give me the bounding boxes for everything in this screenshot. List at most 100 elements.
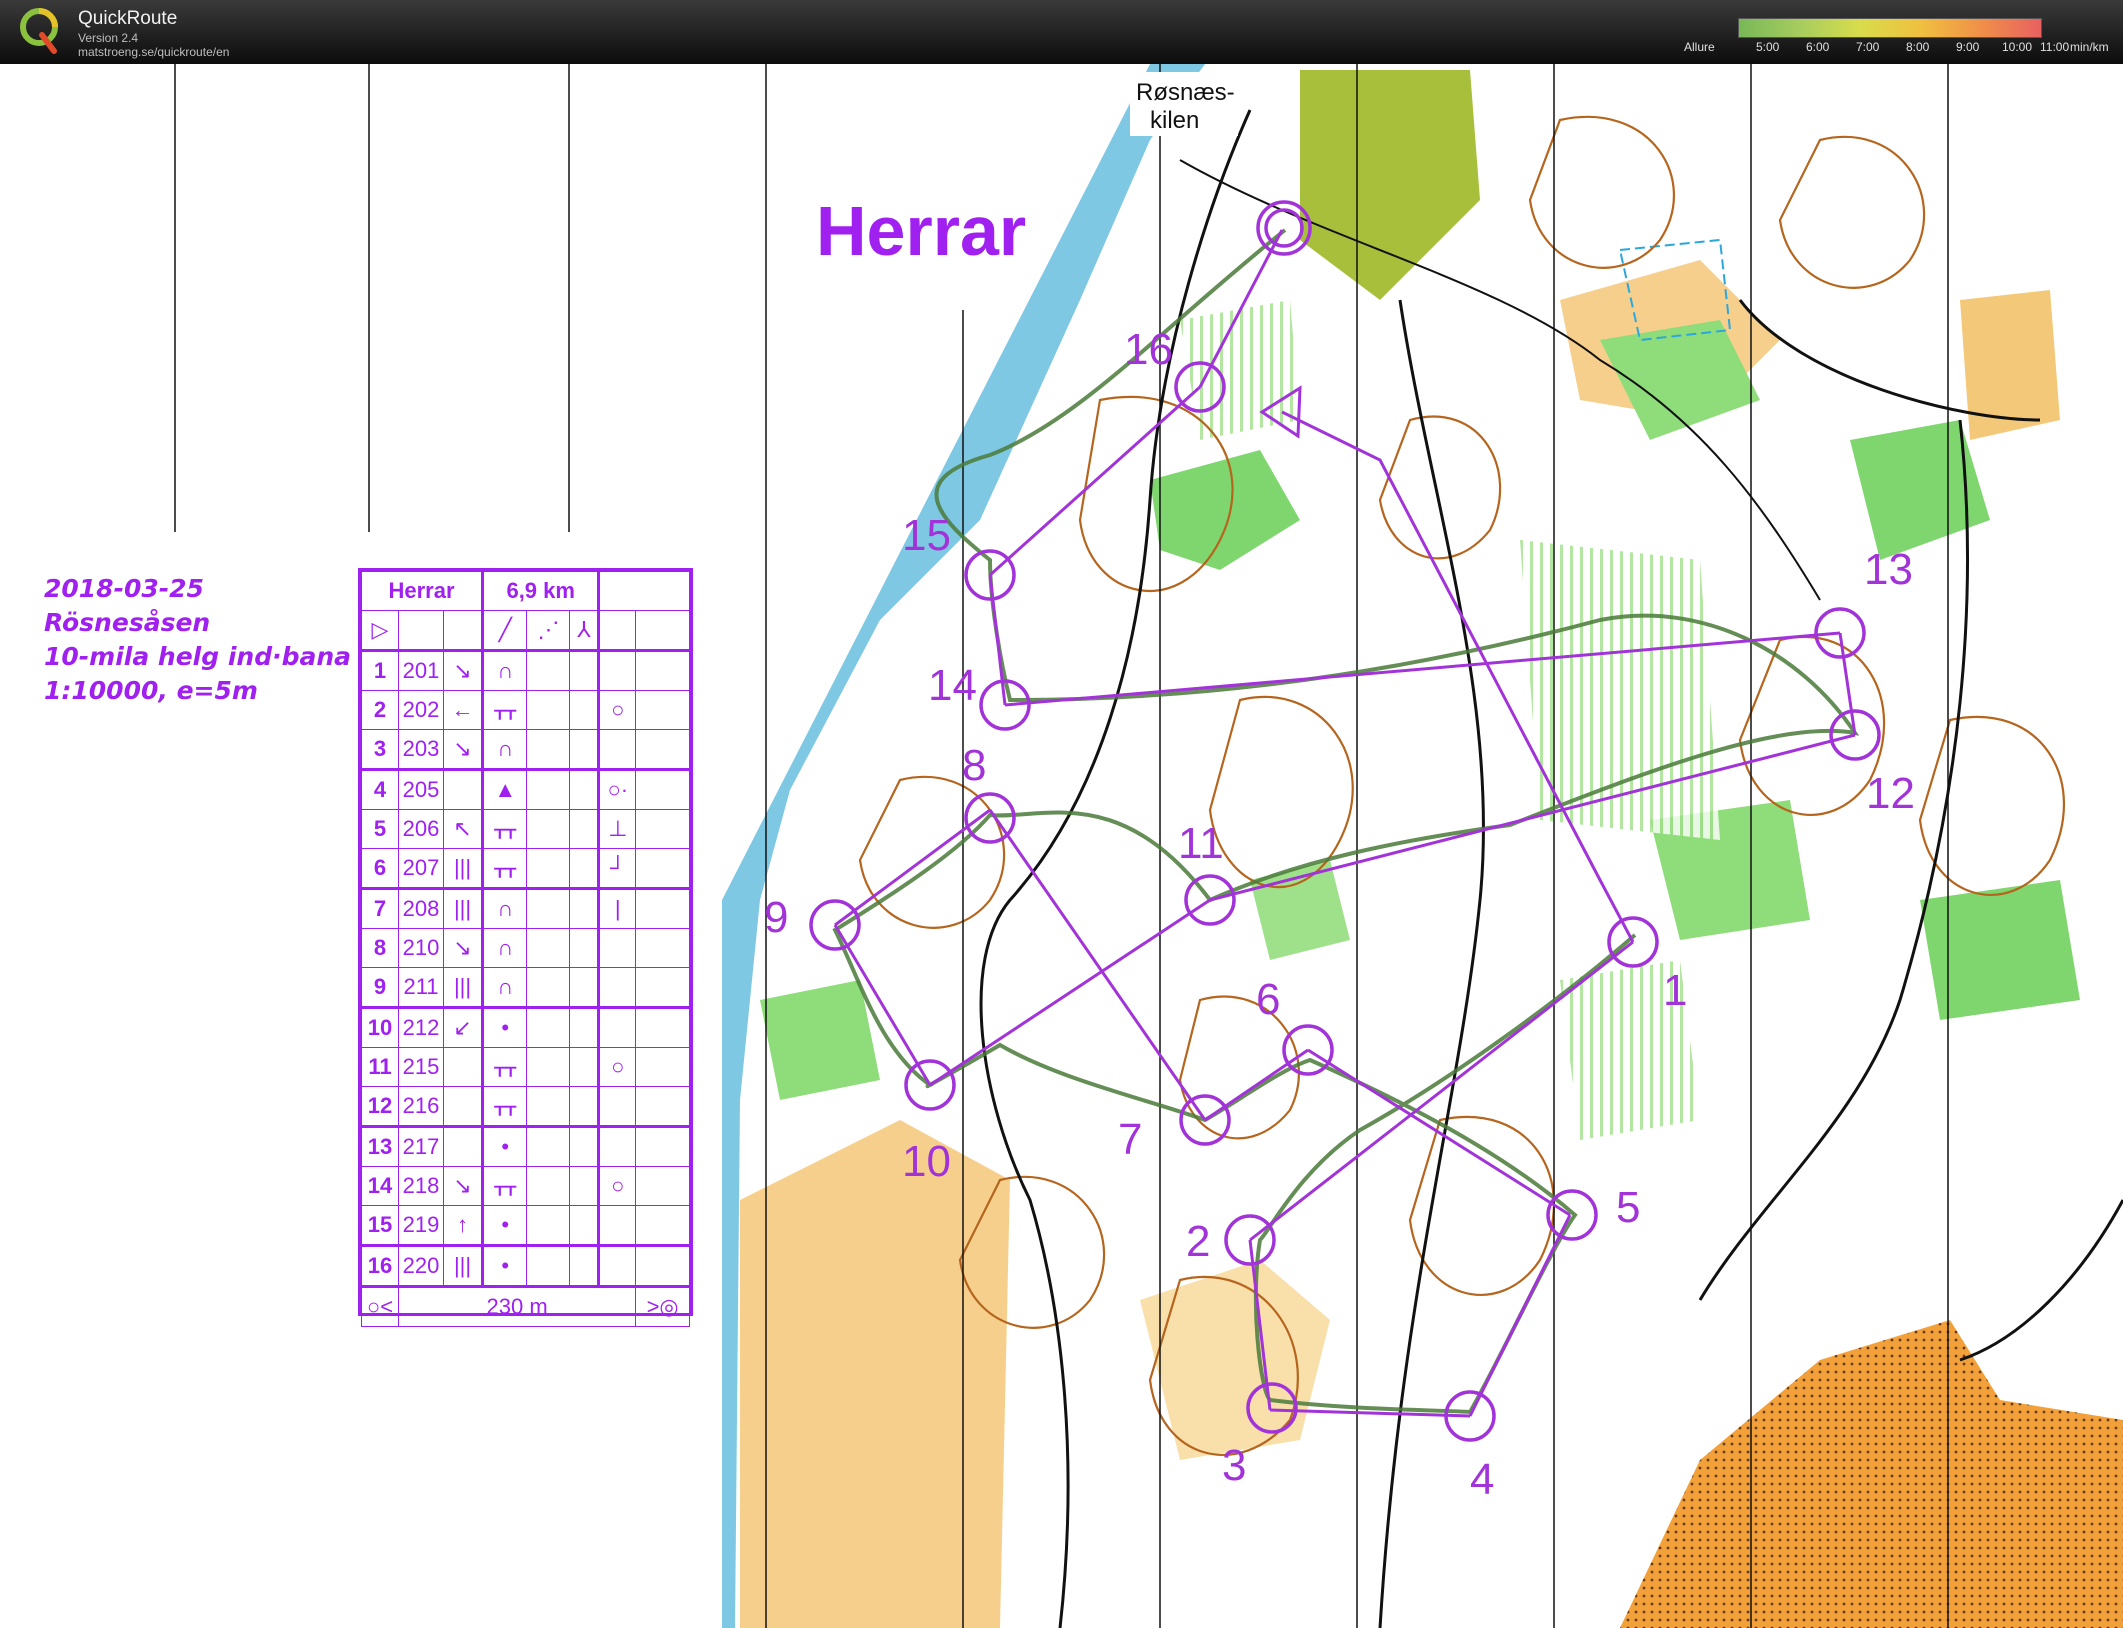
cd-control-code: 203 [398,729,444,770]
cd-feature: ∩ [482,729,528,770]
cd-direction: ||| [442,967,485,1008]
cd-control-code: 212 [398,1006,444,1048]
cd-appearance [526,649,571,691]
cd-control-number: 1 [361,649,399,691]
cd-appearance [526,967,571,1008]
control-number: 13 [1864,545,1913,594]
cd-location [598,1205,637,1246]
cd-location [598,1244,637,1287]
cd-feature: • [482,1006,528,1048]
vegetation [1920,880,2080,1020]
cd-control-row: 1 201 ↘ ∩ [361,649,690,691]
cd-direction: ||| [442,887,485,929]
cd-control-row: 14 218 ↘ ᚁᚁ ○ [361,1166,690,1206]
control-number: 14 [928,661,977,710]
path-junction-icon: ⅄ [569,610,601,651]
control-number: 3 [1222,1441,1246,1490]
cd-other [635,809,690,849]
cd-dimensions [569,768,601,810]
cd-other [635,887,690,929]
pace-color-scale [1738,18,2042,38]
cd-location [598,1125,637,1167]
control-number: 5 [1616,1183,1640,1232]
control-number: 12 [1866,769,1915,818]
cd-direction [442,1047,485,1087]
control-number: 15 [902,511,951,560]
cd-direction: ↘ [442,649,485,691]
cd-location [598,928,637,968]
cd-appearance [526,809,571,849]
cd-control-code: 208 [398,887,444,929]
cd-control-code: 201 [398,649,444,691]
cd-control-code: 205 [398,768,444,810]
control-number: 6 [1256,975,1280,1024]
cd-control-number: 10 [361,1006,399,1048]
start-triangle-icon: ▷ [361,610,399,651]
cd-feature: ▲ [482,768,528,810]
pace-scale-label: Allure [1684,40,1715,54]
cd-appearance [526,1166,571,1206]
cd-other [635,1086,690,1127]
place-name-line1: Røsnæs- [1136,79,1235,106]
cd-feature: ∩ [482,887,528,929]
cd-appearance [526,729,571,770]
cd-control-row: 4 205 ▲ ○· [361,768,690,810]
place-name-line2: kilen [1150,107,1199,134]
cd-direction [442,1125,485,1167]
cd-feature: ∩ [482,928,528,968]
cd-direction: ||| [442,848,485,889]
cd-appearance [526,928,571,968]
cd-location [598,1006,637,1048]
cd-finish-row: ○< 230 m >◎ [361,1285,690,1327]
cd-direction: ||| [442,1244,485,1287]
cd-control-row: 9 211 ||| ∩ [361,967,690,1008]
quickroute-logo [20,8,58,54]
cd-dimensions [569,729,601,770]
cd-appearance [526,1244,571,1287]
cd-other [635,1244,690,1287]
cd-appearance [526,848,571,889]
cd-dimensions [569,809,601,849]
cd-feature: ᚁᚁ [482,690,528,730]
app-header-bar: QuickRoute Version 2.4 matstroeng.se/qui… [0,0,2123,64]
pace-tick: 11:00 [2040,40,2070,54]
cd-dimensions [569,1086,601,1127]
cd-location [598,1086,637,1127]
cd-control-code: 207 [398,848,444,889]
path-icon: ╱ [482,610,528,651]
cd-control-code: 215 [398,1047,444,1087]
finish-start-icon: ○< [361,1285,399,1327]
finish-icon: >◎ [635,1285,690,1327]
control-number: 11 [1178,819,1224,868]
cd-location: ○ [598,1047,637,1087]
cd-location: ○· [598,768,637,810]
cd-control-row: 13 217 • [361,1125,690,1167]
cd-dimensions [569,928,601,968]
cd-control-row: 3 203 ↘ ∩ [361,729,690,770]
cd-control-row: 6 207 ||| ᚁᚁ ┘ [361,848,690,889]
cd-dimensions [569,887,601,929]
cd-dimensions [569,1047,601,1087]
pace-tick: 6:00 [1806,40,1830,54]
control-description-sheet: Herrar 6,9 km ▷ ╱ ⋰ ⅄ 1 201 ↘ ∩ 2 202 ← ᚁᚁ ○ 3 203… [358,568,693,1327]
cd-appearance [526,1086,571,1127]
cd-other [635,928,690,968]
cd-appearance [526,768,571,810]
cd-dimensions [569,1006,601,1048]
cd-control-number: 16 [361,1244,399,1287]
cd-control-code: 217 [398,1125,444,1167]
control-number: 9 [764,893,788,942]
app-title: QuickRoute [78,8,178,29]
cd-other [635,848,690,889]
cd-other [635,1205,690,1246]
cd-control-number: 2 [361,690,399,730]
open-land [740,1120,1010,1628]
cd-control-row: 16 220 ||| • [361,1244,690,1287]
course-title: Herrar [816,192,1026,270]
cd-direction: ↘ [442,928,485,968]
orienteering-map[interactable]: 1 2 3 4 5 6 7 8 9 10 11 12 13 14 15 16 R… [0,64,2123,1628]
pace-tick: 8:00 [1906,40,1930,54]
cd-control-number: 3 [361,729,399,770]
cd-control-code: 216 [398,1086,444,1127]
cd-control-number: 13 [361,1125,399,1167]
